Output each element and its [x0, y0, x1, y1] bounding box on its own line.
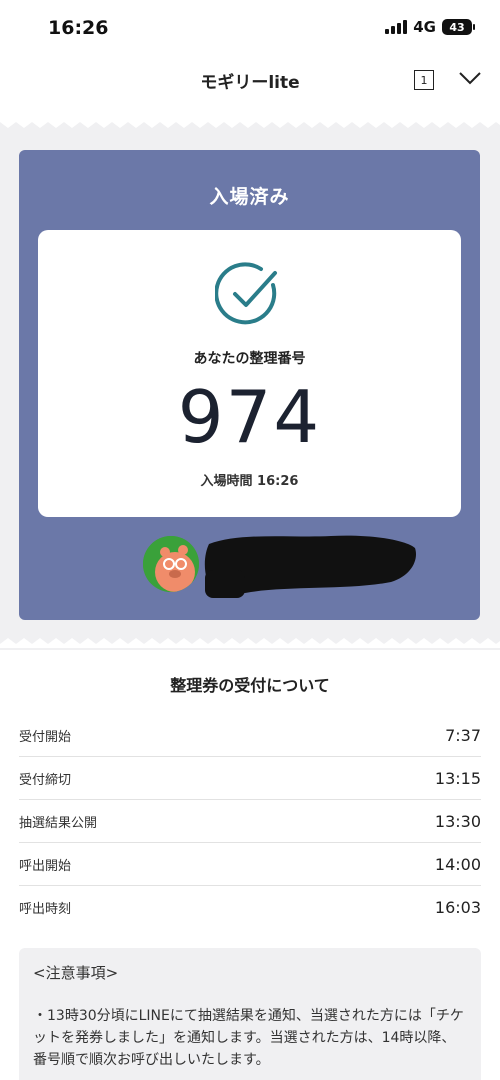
ticket-inner-card: あなたの整理番号 974 入場時間 16:26: [38, 230, 461, 517]
schedule-row: 抽選結果公開 13:30: [19, 800, 481, 843]
schedule-row-value: 16:03: [434, 898, 481, 917]
notes-box: <注意事項> ・13時30分頃にLINEにて抽選結果を通知、当選された方には「チ…: [19, 948, 481, 1080]
schedule-row-label: 受付締切: [19, 772, 72, 788]
schedule-row-value: 7:37: [445, 725, 481, 745]
schedule-row-value: 13:15: [434, 768, 481, 788]
bear-avatar-icon: [143, 536, 199, 592]
entry-time: 入場時間 16:26: [200, 474, 299, 489]
notes-title: <注意事項>: [33, 964, 119, 982]
schedule-row-label: 抽選結果公開: [19, 815, 98, 831]
schedule-row-value: 13:30: [434, 811, 481, 831]
chevron-down-icon[interactable]: [458, 68, 482, 88]
schedule-row: 呼出時刻 16:03: [19, 886, 481, 929]
status-bar: 16:26 4G 43: [0, 0, 500, 56]
schedule-row-label: 呼出開始: [19, 858, 72, 874]
notes-body: ・13時30分頃にLINEにて抽選結果を通知、当選された方には「チケットを発券し…: [33, 1008, 464, 1068]
ticket-number-label: あなたの整理番号: [193, 351, 306, 367]
avatar: [143, 536, 199, 592]
schedule-row-value: 14:00: [434, 854, 481, 874]
ticket-card: 入場済み あなたの整理番号 974 入場時間 16:26: [19, 150, 480, 620]
redacted-username: [204, 535, 416, 598]
schedule-title: 整理券の受付について: [170, 676, 330, 695]
network-type: 4G: [413, 18, 436, 36]
app-header: モギリーlite 1: [0, 56, 500, 106]
schedule-row: 受付開始 7:37: [19, 714, 481, 757]
schedule-row-label: 受付開始: [19, 729, 72, 745]
schedule-list: 受付開始 7:37 受付締切 13:15 抽選結果公開 13:30 呼出開始 1…: [19, 714, 481, 929]
ticket-status: 入場済み: [209, 186, 290, 208]
status-time: 16:26: [48, 17, 109, 39]
zigzag-divider-bottom: [0, 638, 500, 648]
tab-count-label: 1: [420, 73, 428, 87]
schedule-row: 呼出開始 14:00: [19, 843, 481, 886]
battery-level: 43: [449, 20, 465, 34]
status-indicators: 4G 43: [385, 18, 475, 36]
ticket-number: 974: [177, 375, 322, 459]
battery-icon: 43: [442, 19, 475, 35]
signal-icon: [385, 20, 408, 34]
schedule-row: 受付締切 13:15: [19, 757, 481, 800]
check-circle-icon: [215, 262, 277, 325]
schedule-row-label: 呼出時刻: [19, 902, 72, 917]
tab-count-button[interactable]: 1: [414, 70, 434, 90]
zigzag-divider-top: [0, 118, 500, 128]
